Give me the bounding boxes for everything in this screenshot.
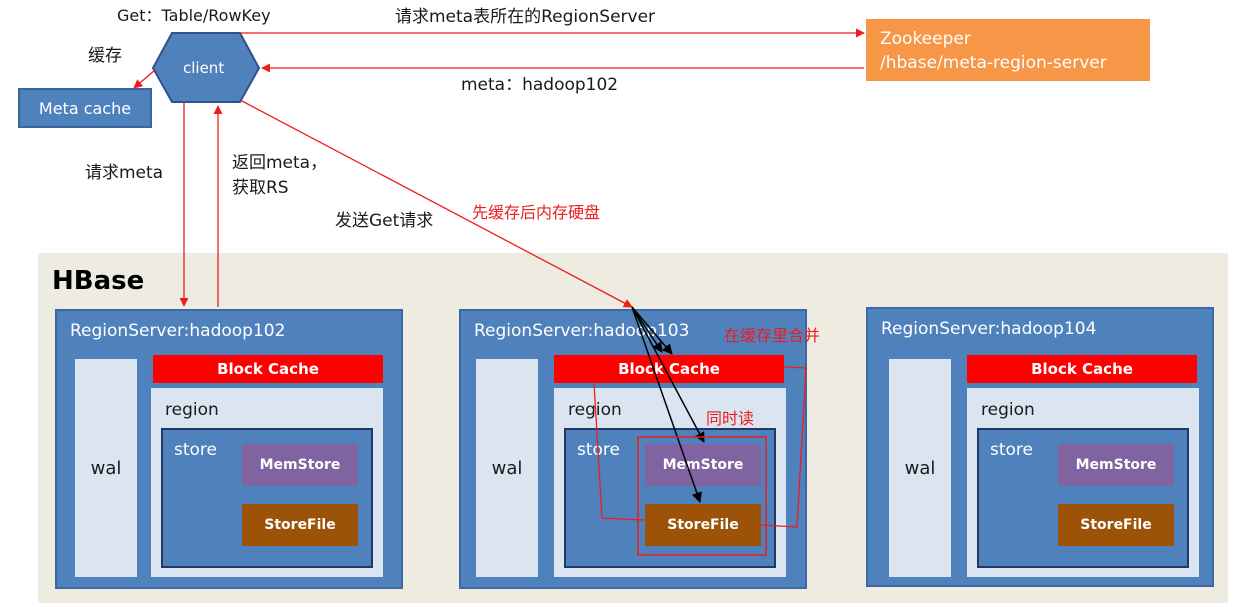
cache-label: 缓存 bbox=[88, 46, 122, 66]
arrow-read-block-cache-1 bbox=[631, 306, 663, 353]
read-together-label: 同时读 bbox=[706, 409, 755, 428]
arrow-read-storefile bbox=[631, 306, 702, 503]
read-together-outline bbox=[637, 436, 767, 556]
arrow-read-block-cache-2 bbox=[631, 306, 673, 355]
request-meta-location-label: 请求meta表所在的RegionServer bbox=[395, 7, 656, 27]
meta-reply-label: meta：hadoop102 bbox=[461, 75, 619, 95]
get-request-label: Get：Table/RowKey bbox=[117, 6, 271, 25]
client-label: client bbox=[183, 59, 225, 77]
arrow-read-memstore bbox=[631, 306, 705, 443]
merge-in-cache-loop bbox=[593, 366, 807, 528]
merge-in-cache-label: 在缓存里合并 bbox=[724, 326, 821, 345]
return-meta-label-line2: 获取RS bbox=[232, 178, 289, 198]
send-get-label: 发送Get请求 bbox=[335, 211, 434, 231]
arrow-cache bbox=[133, 69, 156, 89]
diagram-connectors bbox=[133, 28, 865, 556]
request-meta-label: 请求meta bbox=[85, 163, 164, 183]
return-meta-label-line1: 返回meta， bbox=[232, 153, 328, 173]
cache-then-memory-then-disk-label: 先缓存后内存硬盘 bbox=[472, 203, 601, 222]
